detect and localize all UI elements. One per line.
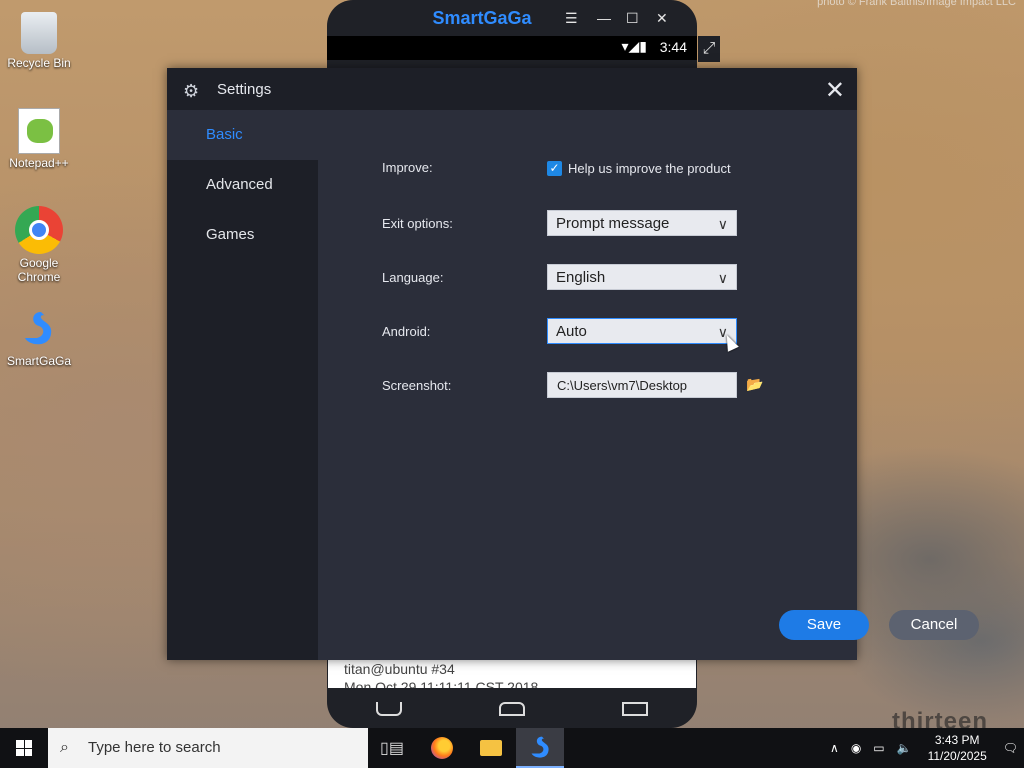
terminal-line: titan@ubuntu #34 (344, 661, 455, 677)
emulator-titlebar: SmartGaGa ☰ — ☐ ✕ (327, 0, 697, 36)
task-view-icon[interactable]: ▯▤ (368, 728, 416, 768)
android-nav-bar (327, 690, 697, 728)
language-select[interactable]: English ∨ (547, 264, 737, 290)
clock-date: 11/20/2025 (927, 749, 987, 763)
exit-options-label: Exit options: (382, 216, 453, 231)
desktop-icon-label: Google Chrome (17, 256, 61, 284)
signal-battery-icon: ▾◢▮ (621, 38, 648, 54)
maximize-icon[interactable]: ☐ (626, 10, 639, 27)
android-clock: 3:44 (659, 39, 687, 55)
improve-checkbox-row[interactable]: ✓ Help us improve the product (547, 160, 731, 177)
search-icon: ⌕ (60, 739, 69, 756)
desktop-icon-google-chrome[interactable]: Google Chrome (3, 206, 75, 284)
save-button[interactable]: Save (779, 610, 869, 640)
close-icon[interactable]: ✕ (656, 10, 668, 27)
screenshot-path-row: C:\Users\vm7\Desktop 📂 (547, 372, 763, 398)
close-button[interactable]: ✕ (825, 76, 845, 105)
settings-sidebar: Basic Advanced Games (167, 110, 318, 660)
cancel-button[interactable]: Cancel (889, 610, 979, 640)
screenshot-path-field[interactable]: C:\Users\vm7\Desktop (547, 372, 737, 398)
improve-label: Improve: (382, 160, 433, 175)
minimize-icon[interactable]: — (597, 10, 611, 26)
volume-muted-icon[interactable]: 🔈 (897, 741, 912, 755)
recycle-bin-icon (21, 12, 57, 54)
file-explorer-taskbar-button[interactable] (467, 728, 515, 768)
android-value: Auto (556, 323, 587, 340)
settings-title: Settings (217, 81, 272, 98)
sidebar-item-basic[interactable]: Basic (167, 110, 318, 160)
firefox-icon (431, 737, 453, 759)
desktop-icon-smartgaga[interactable]: SmartGaGa (3, 304, 75, 368)
smartgaga-taskbar-button[interactable] (516, 728, 564, 768)
chevron-down-icon: ∨ (717, 216, 728, 232)
exit-options-value: Prompt message (556, 215, 670, 232)
firefox-taskbar-button[interactable] (418, 728, 466, 768)
desktop-icon-label: Recycle Bin (7, 56, 71, 70)
android-status-bar: ▾◢▮ 3:44 (327, 36, 697, 60)
taskbar-clock[interactable]: 3:43 PM 11/20/2025 (928, 732, 987, 764)
chevron-up-icon[interactable]: ∧ (830, 741, 839, 755)
taskbar-search[interactable]: ⌕ Type here to search (48, 728, 368, 768)
exit-options-select[interactable]: Prompt message ∨ (547, 210, 737, 236)
folder-icon[interactable]: 📂 (746, 376, 763, 393)
language-value: English (556, 269, 606, 286)
wallpaper-credit: photo © Frank Baithis/Image Impact LLC (817, 0, 1016, 8)
back-icon[interactable] (375, 702, 402, 716)
search-placeholder: Type here to search (88, 739, 221, 756)
chrome-icon (15, 206, 63, 254)
settings-header: ⚙ Settings ✕ (167, 68, 857, 110)
system-tray: ∧ ◉ ▭ 🔈 3:43 PM 11/20/2025 🗨 (824, 728, 1024, 768)
android-label: Android: (382, 324, 431, 339)
settings-dialog: ⚙ Settings ✕ Basic Advanced Games Improv… (167, 68, 979, 660)
sidebar-item-games[interactable]: Games (167, 210, 318, 260)
emulator-title: SmartGaGa (432, 7, 532, 28)
android-terminal-text: titan@ubuntu #34 Mon Oct 29 11:11:11 CST… (328, 660, 696, 688)
network-icon[interactable]: ▭ (873, 741, 884, 755)
terminal-line: Mon Oct 29 11:11:11 CST 2018 (344, 679, 539, 688)
file-explorer-icon (480, 740, 502, 756)
sidebar-item-advanced[interactable]: Advanced (167, 160, 318, 210)
webcam-icon[interactable]: ◉ (851, 741, 861, 755)
checkbox-checked-icon[interactable]: ✓ (547, 161, 562, 177)
home-icon[interactable] (498, 702, 525, 716)
settings-content: Improve: ✓ Help us improve the product Ex… (318, 110, 979, 660)
desktop-icon-label: SmartGaGa (6, 354, 72, 368)
clock-time: 3:43 PM (934, 733, 980, 747)
desktop-icon-label: Notepad++ (9, 156, 69, 170)
desktop-icon-notepad-plus-plus[interactable]: Notepad++ (3, 108, 75, 170)
smartgaga-swan-icon (15, 304, 63, 352)
notifications-icon[interactable]: 🗨 (1003, 741, 1018, 755)
gear-icon: ⚙ (183, 81, 200, 101)
menu-icon[interactable]: ☰ (565, 10, 578, 27)
smartgaga-swan-icon (531, 736, 549, 758)
recents-icon[interactable] (622, 702, 649, 716)
start-button[interactable] (0, 728, 48, 768)
notepad-plus-plus-icon (18, 108, 60, 154)
android-select[interactable]: Auto ∨ (547, 318, 737, 344)
fullscreen-icon[interactable]: ⤢ (698, 36, 720, 62)
language-label: Language: (382, 270, 444, 285)
windows-logo-icon (16, 740, 32, 756)
chevron-down-icon: ∨ (717, 270, 728, 286)
desktop-icon-recycle-bin[interactable]: Recycle Bin (3, 8, 75, 70)
improve-checkbox-label: Help us improve the product (568, 161, 731, 177)
screenshot-label: Screenshot: (382, 378, 452, 393)
taskbar: ⌕ Type here to search ▯▤ ∧ ◉ ▭ 🔈 3:43 PM… (0, 728, 1024, 768)
